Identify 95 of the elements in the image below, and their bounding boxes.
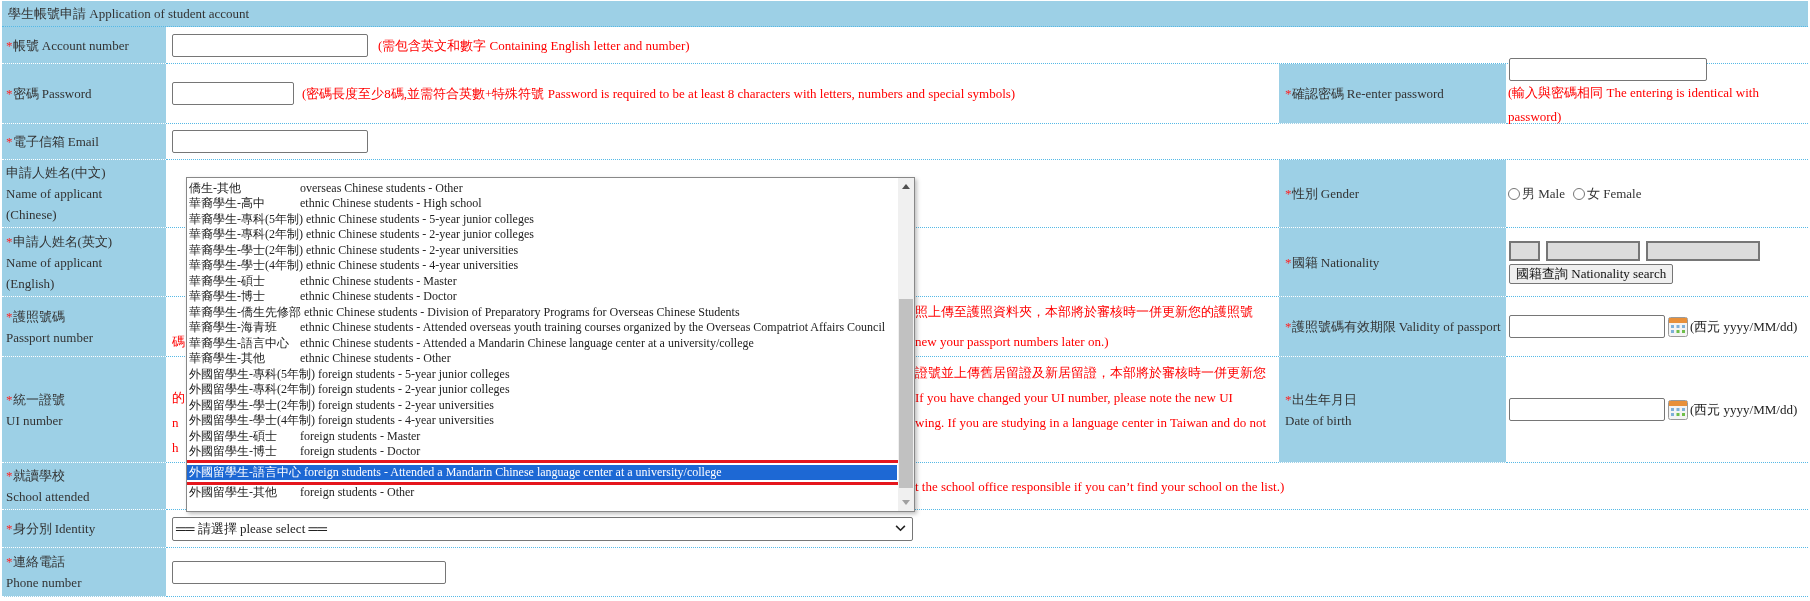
hint-text: (輸入與密碼相同 The entering is identical with password) [1508, 84, 1760, 126]
readonly-field [1509, 240, 1540, 261]
dropdown-option[interactable]: 華裔學生-博士 ethnic Chinese students - Doctor [187, 289, 897, 305]
dropdown-option[interactable]: 華裔學生-碩士 ethnic Chinese students - Master [187, 273, 897, 289]
field-label: 帳號 Account number [12, 37, 129, 53]
radio-button[interactable] [1508, 187, 1520, 200]
field-label: Name of applicant [6, 254, 102, 270]
date-format-hint: (西元 yyyy/MM/dd) [1690, 317, 1798, 336]
required-mark: * [6, 86, 13, 101]
hint-text: h [172, 439, 179, 455]
text-field[interactable] [1509, 58, 1707, 81]
required-mark: * [1285, 391, 1292, 407]
field-label: School attended [6, 489, 90, 504]
scroll-down-icon[interactable] [902, 499, 910, 505]
required-mark: * [6, 233, 13, 249]
dropdown-option[interactable]: 外國留學生-學士(4年制) foreign students - 4-year universities [187, 413, 897, 429]
dropdown-option[interactable]: 華裔學生-海青班 ethnic Chinese students - Attended overseas youth training courses organized by the Overseas Compatriot Affairs Council [187, 320, 897, 336]
required-mark: * [6, 391, 13, 407]
dropdown-option[interactable]: 華裔學生-專科(2年制) ethnic Chinese students - 2-year junior colleges [187, 227, 897, 243]
required-mark: * [1285, 186, 1292, 201]
hint-text: n [172, 414, 179, 430]
field-label: 電子信箱 Email [12, 134, 99, 149]
required-mark: * [6, 521, 13, 536]
scrollbar[interactable] [898, 177, 914, 511]
calendar-icon[interactable] [1668, 399, 1688, 420]
dropdown-option[interactable]: 外國留學生-其他 foreign students - Other [187, 485, 897, 501]
required-mark: * [1285, 254, 1292, 270]
field-label: 申請人姓名(英文) [12, 233, 113, 249]
required-mark: * [6, 308, 13, 324]
text-field[interactable] [172, 82, 294, 105]
hint-text: wing. If you are studying in a language center in Taiwan and do not [915, 413, 1267, 432]
date-field[interactable] [1509, 398, 1665, 421]
dropdown-option[interactable]: 華裔學生-僑生先修部 ethnic Chinese students - Division of Preparatory Programs for Overseas Chinese Students [187, 304, 897, 320]
field-label: 申請人姓名(中文) [6, 165, 106, 180]
date-format-hint: (西元 yyyy/MM/dd) [1690, 400, 1798, 419]
required-mark: * [6, 37, 13, 53]
field-label: 護照號碼有效期限 Validity of passport [1291, 319, 1501, 334]
dropdown-option[interactable]: 華裔學生-學士(2年制) ethnic Chinese students - 2-year universities [187, 242, 897, 258]
dropdown-option[interactable]: 外國留學生-專科(2年制) foreign students - 2-year junior colleges [187, 382, 897, 398]
dropdown-option[interactable]: 外國留學生-專科(5年制) foreign students - 5-year junior colleges [187, 366, 897, 382]
scroll-up-icon[interactable] [902, 183, 910, 189]
date-field[interactable] [1509, 315, 1665, 338]
calendar-icon[interactable] [1668, 316, 1688, 337]
field-label: 國籍 Nationality [1291, 254, 1380, 270]
field-label: Date of birth [1285, 412, 1352, 428]
dropdown-option[interactable]: 外國留學生-碩士 foreign students - Master [187, 428, 897, 444]
hint-text: 證號並上傳舊居留證及新居留證，本部將於審核時一併更新您 [915, 363, 1266, 382]
field-label: Name of applicant [6, 186, 102, 201]
field-label: 護照號碼 [12, 308, 65, 324]
hint-text: If you have changed your UI number, please note the new UI [915, 388, 1233, 407]
radio-button[interactable] [1572, 187, 1585, 200]
field-label: (Chinese) [6, 207, 57, 222]
dropdown-option[interactable]: 華裔學生-高中 ethnic Chinese students - High school [187, 196, 897, 212]
dropdown-option[interactable]: 僑生-其他 overseas Chinese students - Other [187, 180, 897, 196]
required-mark: * [6, 134, 13, 149]
hint-text: 碼 [172, 333, 185, 349]
field-label: 身分別 Identity [12, 521, 96, 536]
section-header: 學生帳號申請 Application of student account [2, 1, 1808, 27]
text-field[interactable] [172, 130, 368, 153]
field-label: Passport number [6, 329, 94, 345]
hint-text: 照上傳至護照資料夾，本部將於審核時一併更新您的護照號 [915, 302, 1253, 321]
hint-text: 的 [172, 389, 185, 405]
field-label: Phone number [6, 575, 82, 590]
text-field[interactable] [172, 560, 446, 584]
field-label: 密碼 Password [12, 86, 92, 101]
scroll-thumb[interactable] [899, 298, 913, 488]
required-mark: * [1285, 319, 1292, 334]
required-mark: * [6, 554, 13, 569]
dropdown-option[interactable]: 外國留學生-語言中心 foreign students - Attended a Mandarin Chinese language center at a university/college [187, 464, 897, 480]
dropdown-option[interactable]: 外國留學生-學士(2年制) foreign students - 2-year universities [187, 397, 897, 413]
field-label: (English) [6, 275, 55, 291]
hint-text: (密碼長度至少8碼,並需符合英數+特殊符號 Password is required to be at least 8 characters with letters, numbers and special symbols) [302, 85, 1016, 103]
field-label: 確認密碼 Re-enter password [1291, 86, 1444, 101]
field-label: 就讀學校 [12, 468, 65, 483]
field-label: 統一證號 [12, 391, 65, 407]
dropdown-option[interactable]: 華裔學生-語言中心 ethnic Chinese students - Attended a Mandarin Chinese language center at a university/college [187, 335, 897, 351]
required-mark: * [6, 468, 13, 483]
field-label: 出生年月日 [1291, 391, 1357, 407]
dropdown-option[interactable]: 華裔學生-專科(5年制) ethnic Chinese students - 5-year junior colleges [187, 211, 897, 227]
dropdown-option[interactable]: 華裔學生-其他 ethnic Chinese students - Other [187, 351, 897, 367]
caret-icon [895, 525, 906, 532]
nationality-search-button[interactable]: 國籍查詢 Nationality search [1509, 263, 1674, 284]
required-mark: * [1285, 86, 1292, 101]
identity-select[interactable]: ══ 請選擇 please select ══ [172, 516, 913, 541]
hint-text: t the school office responsible if you can’t find your school on the list.) [915, 477, 1285, 496]
text-field[interactable] [172, 33, 368, 57]
field-label: UI number [6, 412, 63, 428]
dropdown-option[interactable]: 華裔學生-學士(4年制) ethnic Chinese students - 4-year universities [187, 258, 897, 274]
field-label: 性別 Gender [1291, 186, 1359, 201]
hint-text: new your passport numbers later on.) [915, 332, 1109, 351]
hint-text: (需包含英文和數字 Containing English letter and number) [378, 36, 690, 55]
dropdown-option[interactable]: 外國留學生-博士 foreign students - Doctor [187, 444, 897, 460]
radio-label: 男 Male [1522, 184, 1565, 203]
field-label: 連絡電話 [12, 554, 65, 569]
radio-label: 女 Female [1586, 184, 1642, 203]
